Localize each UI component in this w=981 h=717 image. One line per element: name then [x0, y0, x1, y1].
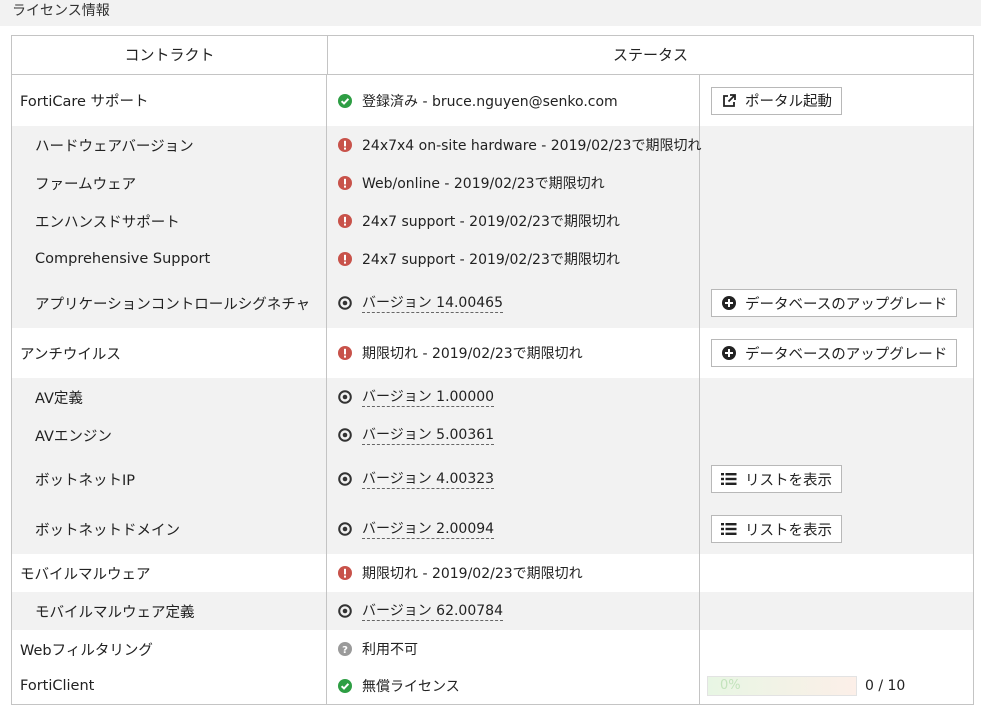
row-web-filtering: Webフィルタリング ? 利用不可: [12, 630, 973, 668]
status-text: 登録済み - bruce.nguyen@senko.com: [362, 93, 618, 110]
version-link[interactable]: バージョン 1.00000: [362, 388, 495, 407]
check-circle-icon: [338, 93, 352, 108]
row-status: 24x7 support - 2019/02/23で期限切れ: [328, 240, 700, 278]
row-label: FortiClient: [12, 668, 327, 704]
status-text: 24x7 support - 2019/02/23で期限切れ: [362, 252, 620, 268]
exclamation-circle-icon: [338, 252, 352, 266]
dot-circle-icon: [338, 296, 352, 310]
row-status: 24x7x4 on-site hardware - 2019/02/23で期限切…: [328, 126, 702, 164]
upgrade-database-button[interactable]: データベースのアップグレード: [711, 339, 958, 367]
row-label: FortiCare サポート: [12, 75, 327, 126]
row-forticare-support: FortiCare サポート 登録済み - bruce.nguyen@senko…: [12, 75, 973, 126]
row-label: Webフィルタリング: [12, 630, 327, 668]
button-label: データベースのアップグレード: [745, 346, 948, 363]
dot-circle-icon: [338, 390, 352, 404]
row-status: 登録済み - bruce.nguyen@senko.com: [328, 75, 700, 126]
row-label: ハードウェアバージョン: [12, 126, 327, 164]
row-status: バージョン 2.00094: [328, 504, 700, 554]
button-label: リストを表示: [745, 522, 832, 539]
table-header: コントラクト ステータス: [12, 36, 973, 75]
status-text: Web/online - 2019/02/23で期限切れ: [362, 176, 605, 192]
dot-circle-icon: [338, 522, 352, 536]
row-av-definitions: AV定義 バージョン 1.00000: [12, 378, 973, 416]
row-antivirus: アンチウイルス 期限切れ - 2019/02/23で期限切れ データベースのアッ…: [12, 328, 973, 378]
question-circle-icon: ?: [338, 642, 352, 656]
external-link-icon: [723, 93, 736, 107]
row-app-control-signature: アプリケーションコントロールシグネチャ バージョン 14.00465 データベー…: [12, 278, 973, 328]
row-label: ボットネットIP: [12, 454, 327, 504]
exclamation-circle-icon: [338, 346, 352, 360]
row-status: バージョン 14.00465: [328, 278, 700, 328]
row-label: アプリケーションコントロールシグネチャ: [12, 278, 327, 328]
section-title: ライセンス情報: [0, 0, 981, 26]
row-label: ファームウェア: [12, 164, 327, 202]
exclamation-circle-icon: [338, 176, 352, 190]
row-label: Comprehensive Support: [12, 240, 327, 278]
row-av-engine: AVエンジン バージョン 5.00361: [12, 416, 973, 454]
row-status: 24x7 support - 2019/02/23で期限切れ: [328, 202, 700, 240]
status-text: 期限切れ - 2019/02/23で期限切れ: [362, 566, 583, 582]
row-label: アンチウイルス: [12, 328, 327, 378]
row-enhanced-support: エンハンスドサポート 24x7 support - 2019/02/23で期限切…: [12, 202, 973, 240]
row-label: ボットネットドメイン: [12, 504, 327, 554]
dot-circle-icon: [338, 604, 352, 618]
column-header-contract: コントラクト: [12, 36, 328, 74]
version-link[interactable]: バージョン 14.00465: [362, 294, 503, 313]
plus-circle-icon: [722, 296, 736, 310]
svg-text:?: ?: [342, 645, 348, 656]
status-text: 24x7x4 on-site hardware - 2019/02/23で期限切…: [362, 138, 702, 154]
row-mobile-malware-definitions: モバイルマルウェア定義 バージョン 62.00784: [12, 592, 973, 630]
version-link[interactable]: バージョン 4.00323: [362, 470, 495, 489]
version-link[interactable]: バージョン 5.00361: [362, 426, 495, 445]
view-list-button[interactable]: リストを表示: [711, 515, 842, 543]
row-botnet-ip: ボットネットIP バージョン 4.00323 リストを表示: [12, 454, 973, 504]
row-status: Web/online - 2019/02/23で期限切れ: [328, 164, 700, 202]
license-table: コントラクト ステータス FortiCare サポート 登録済み - bruce…: [11, 35, 974, 705]
row-label: AV定義: [12, 378, 327, 416]
license-usage-count: 0 / 10: [865, 678, 906, 694]
button-label: リストを表示: [745, 472, 832, 489]
version-link[interactable]: バージョン 2.00094: [362, 520, 495, 539]
plus-circle-icon: [722, 346, 736, 360]
row-forticlient: FortiClient 無償ライセンス 0% 0 / 10: [12, 668, 973, 704]
launch-portal-button[interactable]: ポータル起動: [711, 86, 842, 115]
button-label: データベースのアップグレード: [745, 296, 948, 313]
row-status: バージョン 4.00323: [328, 454, 700, 504]
version-link[interactable]: バージョン 62.00784: [362, 602, 503, 621]
row-status: ? 利用不可: [328, 630, 700, 668]
row-mobile-malware: モバイルマルウェア 期限切れ - 2019/02/23で期限切れ: [12, 554, 973, 592]
row-label: エンハンスドサポート: [12, 202, 327, 240]
license-usage-progress-bar: 0%: [707, 676, 857, 696]
button-label: ポータル起動: [745, 94, 832, 110]
check-circle-icon: [338, 679, 352, 693]
row-status: 期限切れ - 2019/02/23で期限切れ: [328, 328, 700, 378]
column-header-status: ステータス: [612, 46, 688, 64]
row-status: バージョン 5.00361: [328, 416, 700, 454]
exclamation-circle-icon: [338, 138, 352, 152]
status-text: 24x7 support - 2019/02/23で期限切れ: [362, 214, 620, 230]
row-label: AVエンジン: [12, 416, 327, 454]
row-status: バージョン 62.00784: [328, 592, 700, 630]
list-icon: [721, 523, 737, 535]
upgrade-database-button[interactable]: データベースのアップグレード: [711, 289, 958, 317]
row-status: 期限切れ - 2019/02/23で期限切れ: [328, 554, 700, 592]
row-status: 無償ライセンス: [328, 668, 700, 704]
progress-percent: 0%: [720, 678, 741, 693]
exclamation-circle-icon: [338, 566, 352, 580]
dot-circle-icon: [338, 472, 352, 486]
row-label: モバイルマルウェア定義: [12, 592, 327, 630]
status-text: 期限切れ - 2019/02/23で期限切れ: [362, 346, 583, 362]
status-text: 利用不可: [362, 642, 418, 658]
status-text: 無償ライセンス: [362, 679, 460, 695]
view-list-button[interactable]: リストを表示: [711, 465, 842, 493]
exclamation-circle-icon: [338, 214, 352, 228]
list-icon: [721, 473, 737, 485]
dot-circle-icon: [338, 428, 352, 442]
row-comprehensive-support: Comprehensive Support 24x7 support - 201…: [12, 240, 973, 278]
row-label: モバイルマルウェア: [12, 554, 327, 592]
row-status: バージョン 1.00000: [328, 378, 700, 416]
row-botnet-domain: ボットネットドメイン バージョン 2.00094 リストを表示: [12, 504, 973, 554]
row-hardware-version: ハードウェアバージョン 24x7x4 on-site hardware - 20…: [12, 126, 973, 164]
row-firmware: ファームウェア Web/online - 2019/02/23で期限切れ: [12, 164, 973, 202]
